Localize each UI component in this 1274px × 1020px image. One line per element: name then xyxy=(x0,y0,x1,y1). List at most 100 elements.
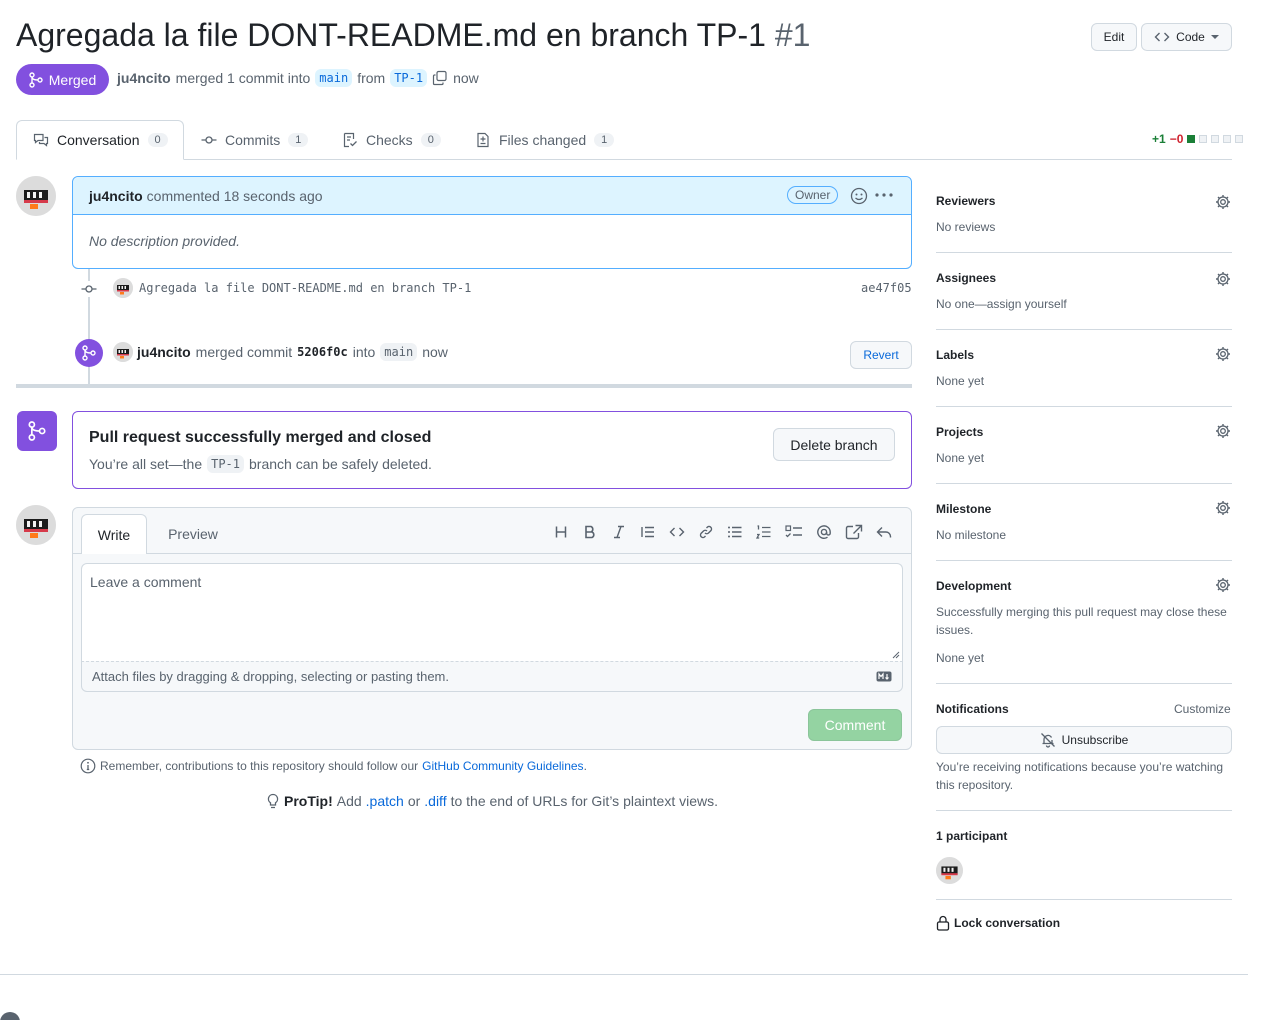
commit-message[interactable]: Agregada la file DONT-README.md en branc… xyxy=(139,281,471,295)
file-diff-icon xyxy=(475,132,491,148)
merge-event-text1: merged commit xyxy=(195,344,293,360)
reviewers-title[interactable]: Reviewers xyxy=(936,194,995,208)
merge-event-author[interactable]: ju4ncito xyxy=(137,344,191,360)
reviewers-value: No reviews xyxy=(936,220,996,234)
gear-icon[interactable] xyxy=(1215,577,1231,593)
tasklist-icon[interactable] xyxy=(785,524,803,540)
merge-commit-sha[interactable]: 5206f0c xyxy=(297,345,348,359)
tab-checks-label: Checks xyxy=(366,132,413,148)
write-tab[interactable]: Write xyxy=(81,514,147,554)
checklist-icon xyxy=(342,132,358,148)
code-icon xyxy=(1154,29,1170,45)
revert-button[interactable]: Revert xyxy=(850,341,912,369)
diffstat-block xyxy=(1211,135,1220,143)
projects-title[interactable]: Projects xyxy=(936,425,983,439)
merged-status-badge: Merged xyxy=(16,64,109,95)
avatar[interactable] xyxy=(16,505,56,545)
gear-icon[interactable] xyxy=(1215,346,1231,362)
code-button[interactable]: Code xyxy=(1141,23,1232,51)
labels-value: None yet xyxy=(936,374,985,388)
attach-files-text: Attach files by dragging & dropping, sel… xyxy=(92,669,449,684)
base-branch[interactable]: main xyxy=(315,69,353,87)
git-commit-icon xyxy=(201,132,217,148)
participants-title: 1 participant xyxy=(936,829,1008,843)
protip-patch-link[interactable]: .patch xyxy=(366,793,404,809)
cross-reference-icon[interactable] xyxy=(845,524,863,540)
italic-icon[interactable] xyxy=(611,524,627,540)
comment-submit-button[interactable]: Comment xyxy=(808,709,902,741)
protip-diff-link[interactable]: .diff xyxy=(424,793,446,809)
code-button-label: Code xyxy=(1176,30,1205,44)
lock-conversation-label: Lock conversation xyxy=(954,916,1061,930)
merged-box-text-after: branch can be safely deleted. xyxy=(249,456,432,472)
protip-text1: Add xyxy=(336,793,362,809)
info-icon xyxy=(80,758,96,774)
preview-tab-label: Preview xyxy=(168,526,218,542)
development-title[interactable]: Development xyxy=(936,579,1011,593)
sidebar-divider xyxy=(936,483,1232,484)
bold-icon[interactable] xyxy=(582,524,598,540)
sidebar-divider xyxy=(936,560,1232,561)
unordered-list-icon[interactable] xyxy=(727,524,743,540)
quote-icon[interactable] xyxy=(640,524,656,540)
reply-icon[interactable] xyxy=(876,524,892,540)
development-value: None yet xyxy=(936,651,985,665)
unsubscribe-button[interactable]: Unsubscribe xyxy=(936,726,1232,754)
comment-meta[interactable]: commented 18 seconds ago xyxy=(147,188,323,204)
markdown-icon[interactable] xyxy=(876,671,892,682)
milestone-value: No milestone xyxy=(936,528,1007,542)
tab-commits[interactable]: Commits 1 xyxy=(185,120,324,160)
head-branch[interactable]: TP-1 xyxy=(390,69,428,87)
caret-down-icon xyxy=(1210,33,1219,41)
milestone-title[interactable]: Milestone xyxy=(936,502,991,516)
gear-icon[interactable] xyxy=(1215,423,1231,439)
preview-tab[interactable]: Preview xyxy=(155,514,231,554)
owner-badge: Owner xyxy=(787,186,839,204)
avatar[interactable] xyxy=(113,278,133,298)
tab-files-changed-count: 1 xyxy=(594,133,615,147)
pr-meta: ju4ncito merged 1 commit into main from … xyxy=(117,68,479,88)
smiley-icon[interactable] xyxy=(850,187,868,205)
deletable-branch[interactable]: TP-1 xyxy=(207,455,245,473)
pr-from-text: from xyxy=(357,70,386,86)
lock-conversation[interactable]: Lock conversation xyxy=(936,915,1060,931)
sidebar-divider xyxy=(936,406,1232,407)
resize-handle-icon[interactable] xyxy=(892,651,900,659)
kebab-horizontal-icon[interactable] xyxy=(875,192,893,198)
commit-sha[interactable]: ae47f05 xyxy=(861,281,912,295)
mention-icon[interactable] xyxy=(816,524,832,540)
ordered-list-icon[interactable] xyxy=(756,524,772,540)
footer-logo-icon[interactable] xyxy=(0,1012,20,1020)
sidebar-divider xyxy=(936,899,1232,900)
comment-author[interactable]: ju4ncito xyxy=(89,188,143,204)
notifications-customize-link[interactable]: Customize xyxy=(1174,700,1231,718)
link-icon[interactable] xyxy=(698,524,714,540)
gear-icon[interactable] xyxy=(1215,194,1231,210)
avatar[interactable] xyxy=(16,176,56,216)
attach-files-area[interactable]: Attach files by dragging & dropping, sel… xyxy=(81,661,903,692)
delete-branch-button[interactable]: Delete branch xyxy=(773,428,895,461)
diffstat[interactable]: +1 −0 xyxy=(1152,132,1244,146)
assignees-title[interactable]: Assignees xyxy=(936,271,996,285)
avatar[interactable] xyxy=(113,342,133,362)
edit-button[interactable]: Edit xyxy=(1091,23,1137,51)
markdown-toolbar xyxy=(553,524,892,540)
code-icon[interactable] xyxy=(669,524,685,540)
pr-author-link[interactable]: ju4ncito xyxy=(117,70,171,86)
heading-icon[interactable] xyxy=(553,524,569,540)
avatar[interactable] xyxy=(936,857,963,884)
gear-icon[interactable] xyxy=(1215,271,1231,287)
tab-conversation[interactable]: Conversation 0 xyxy=(16,120,184,160)
tab-files-changed[interactable]: Files changed 1 xyxy=(459,120,630,160)
assignees-value[interactable]: No one—assign yourself xyxy=(936,295,1067,313)
guidelines-link[interactable]: GitHub Community Guidelines xyxy=(422,759,583,773)
copy-icon[interactable] xyxy=(432,70,448,86)
sidebar-divider xyxy=(936,683,1232,684)
bell-slash-icon xyxy=(1040,732,1056,748)
merge-target-branch[interactable]: main xyxy=(380,343,418,361)
tab-checks[interactable]: Checks 0 xyxy=(326,120,457,160)
comment-textarea[interactable]: Leave a comment xyxy=(81,563,903,661)
diffstat-deletions: −0 xyxy=(1169,132,1184,146)
gear-icon[interactable] xyxy=(1215,500,1231,516)
labels-title[interactable]: Labels xyxy=(936,348,974,362)
